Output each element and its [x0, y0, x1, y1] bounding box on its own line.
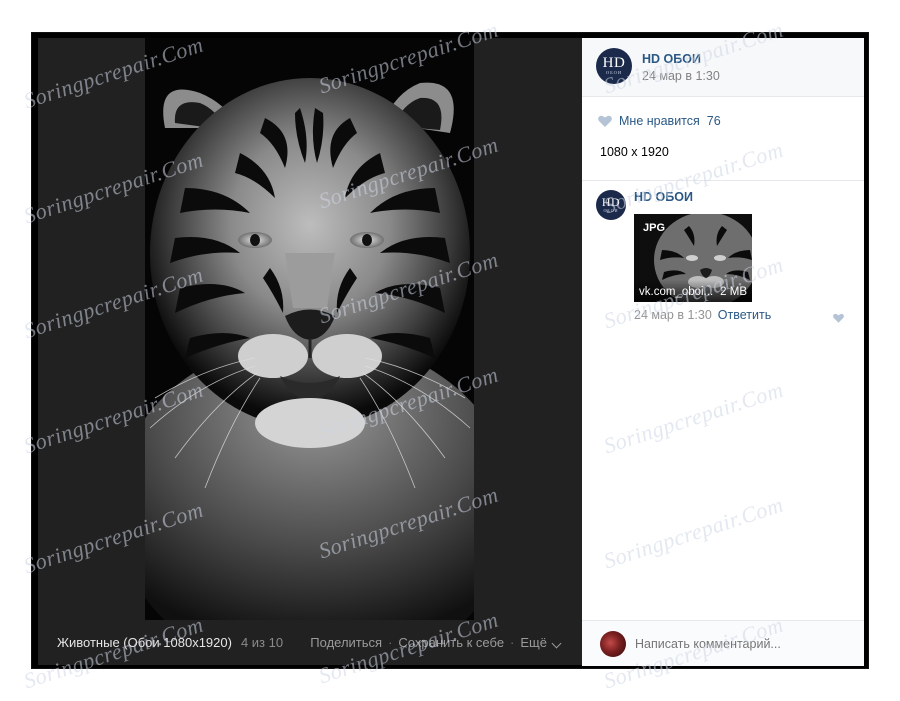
viewer-footer: Животные (Обои 1080x1920) 4 из 10 Подели…	[38, 620, 582, 665]
post-header: HD ОБОИ HD ОБОИ 24 мар в 1:30	[582, 38, 864, 97]
comment-author-avatar[interactable]: HD ОБОИ	[596, 190, 626, 220]
divider	[582, 180, 864, 181]
comment-composer	[582, 620, 864, 666]
user-avatar[interactable]	[600, 630, 626, 657]
likes-label: Мне нравится	[619, 114, 700, 128]
share-button[interactable]: Поделиться	[310, 635, 382, 650]
comment-author-name[interactable]: HD ОБОИ	[634, 190, 693, 204]
post-date[interactable]: 24 мар в 1:30	[642, 69, 720, 83]
comment-date[interactable]: 24 мар в 1:30	[634, 308, 712, 322]
more-label: Ещё	[520, 635, 547, 650]
separator: ·	[388, 635, 393, 650]
photo-description: 1080 x 1920	[600, 145, 669, 159]
heart-icon	[598, 115, 612, 127]
attachment-caption: vk.com_oboi... 2 MB	[634, 280, 752, 302]
avatar-subtext: ОБОИ	[605, 70, 623, 75]
group-name-link[interactable]: HD ОБОИ	[642, 52, 701, 66]
avatar-text: HD	[601, 195, 621, 209]
tiger-photo[interactable]	[145, 38, 474, 620]
footer-actions: Поделиться · Сохранить к себе · Ещё	[310, 635, 562, 650]
photo-counter: 4 из 10	[240, 635, 284, 650]
attachment-filename: vk.com_oboi...	[639, 286, 714, 298]
like-button[interactable]: Мне нравится 76	[598, 114, 721, 128]
likes-count: 76	[706, 114, 721, 128]
avatar-subtext: ОБОИ	[603, 208, 619, 213]
photo-sidebar: HD ОБОИ HD ОБОИ 24 мар в 1:30 Мне нравит…	[582, 38, 864, 666]
album-title[interactable]: Животные (Обои 1080x1920)	[57, 635, 232, 650]
comment-input[interactable]	[635, 636, 855, 651]
chevron-down-icon	[551, 638, 562, 649]
tiger-image	[145, 38, 474, 620]
comment-like-button[interactable]	[833, 310, 844, 328]
reply-button[interactable]: Ответить	[718, 308, 771, 322]
more-button[interactable]: Ещё	[520, 635, 562, 650]
group-avatar[interactable]: HD ОБОИ	[596, 48, 632, 84]
comment-attachment[interactable]: JPG vk.com_oboi... 2 MB	[634, 214, 752, 302]
file-type-badge: JPG	[643, 222, 666, 234]
avatar-text: HD	[602, 55, 626, 71]
save-button[interactable]: Сохранить к себе	[398, 635, 504, 650]
heart-icon	[833, 313, 844, 323]
comment-meta: 24 мар в 1:30 Ответить	[634, 308, 771, 322]
separator: ·	[510, 635, 515, 650]
attachment-size: 2 MB	[720, 286, 747, 298]
